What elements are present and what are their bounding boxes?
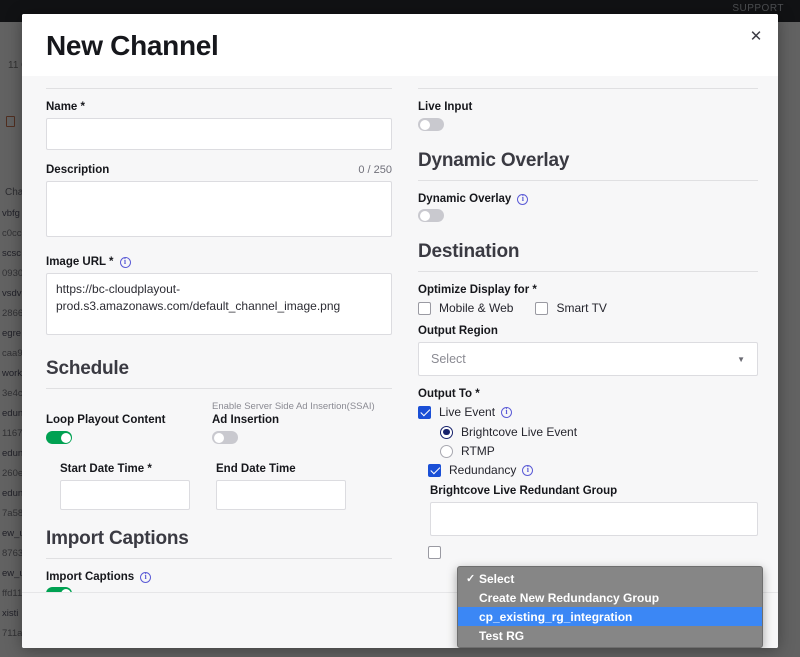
live-input-label: Live Input xyxy=(418,101,758,113)
description-field-group: Description 0 / 250 xyxy=(46,164,392,242)
checkbox-smart-tv[interactable]: Smart TV xyxy=(535,301,606,315)
checkbox-box[interactable] xyxy=(418,406,431,419)
end-date-time-label: End Date Time xyxy=(216,463,346,475)
radio-label: Brightcove Live Event xyxy=(461,425,577,439)
radio-circle[interactable] xyxy=(440,426,453,439)
right-column: Live Input Dynamic Overlay Dynamic Overl… xyxy=(414,76,778,592)
redundant-group-field: Brightcove Live Redundant Group xyxy=(430,485,758,536)
checkbox-label: Redundancy xyxy=(449,463,516,477)
description-counter: 0 / 250 xyxy=(358,164,392,176)
dropdown-option[interactable]: cp_existing_rg_integration xyxy=(458,607,762,626)
checkbox-live-event[interactable]: Live Event i xyxy=(418,405,758,419)
ad-insertion-hint: Enable Server Side Ad Insertion(SSAI) xyxy=(212,401,392,412)
date-fields-row: Start Date Time * End Date Time xyxy=(60,463,392,510)
description-input[interactable] xyxy=(46,181,392,237)
dynamic-overlay-toggle[interactable] xyxy=(418,209,444,222)
info-icon[interactable]: i xyxy=(501,407,512,418)
loop-playout-label: Loop Playout Content xyxy=(46,414,186,426)
dynamic-overlay-divider xyxy=(418,180,758,181)
schedule-toggles-row: . Loop Playout Content Enable Server Sid… xyxy=(46,401,392,449)
output-region-select[interactable]: Select ▼ xyxy=(418,342,758,376)
optimize-display-group: Optimize Display for * Mobile & Web Smar… xyxy=(418,284,758,315)
check-icon: ✓ xyxy=(466,572,479,585)
image-url-label: Image URL * xyxy=(46,256,114,268)
top-divider-left xyxy=(46,88,392,89)
checkbox-mobile-web[interactable]: Mobile & Web xyxy=(418,301,513,315)
modal-body: Name * Description 0 / 250 Image URL * i… xyxy=(22,76,778,592)
checkbox-label: Mobile & Web xyxy=(439,301,513,315)
info-icon[interactable]: i xyxy=(140,572,151,583)
ad-insertion-group: Enable Server Side Ad Insertion(SSAI) Ad… xyxy=(212,401,392,449)
left-column: Name * Description 0 / 250 Image URL * i… xyxy=(22,76,414,592)
chevron-down-icon: ▼ xyxy=(737,355,745,364)
dropdown-option[interactable]: Create New Redundancy Group xyxy=(458,588,762,607)
start-date-time-input[interactable] xyxy=(60,480,190,510)
import-captions-label: Import Captions xyxy=(46,571,134,583)
dropdown-option-label: cp_existing_rg_integration xyxy=(479,610,632,624)
radio-brightcove-live-event[interactable]: Brightcove Live Event xyxy=(440,425,758,439)
page-title: New Channel xyxy=(46,30,754,62)
info-icon[interactable]: i xyxy=(522,465,533,476)
schedule-divider xyxy=(46,388,392,389)
import-captions-heading: Import Captions xyxy=(46,528,392,550)
dropdown-option[interactable]: Test RG xyxy=(458,626,762,645)
close-icon[interactable]: ✕ xyxy=(742,22,770,50)
checkbox-box[interactable] xyxy=(535,302,548,315)
live-input-group: Live Input xyxy=(418,101,758,136)
checkbox-box[interactable] xyxy=(428,546,441,559)
checkbox-box[interactable] xyxy=(418,302,431,315)
end-date-time-input[interactable] xyxy=(216,480,346,510)
redundancy-group-dropdown[interactable]: ✓Select Create New Redundancy Group cp_exi… xyxy=(457,566,763,648)
top-divider-right xyxy=(418,88,758,89)
info-icon[interactable]: i xyxy=(517,194,528,205)
destination-divider xyxy=(418,271,758,272)
radio-label: RTMP xyxy=(461,444,495,458)
ad-insertion-label: Ad Insertion xyxy=(212,414,392,426)
modal-header: New Channel ✕ xyxy=(22,14,778,76)
radio-rtmp[interactable]: RTMP xyxy=(440,444,758,458)
output-region-value: Select xyxy=(431,352,466,366)
checkbox-label: Smart TV xyxy=(556,301,606,315)
redundant-group-select[interactable] xyxy=(430,502,758,536)
checkbox-redundancy[interactable]: Redundancy i xyxy=(428,463,758,477)
output-region-label: Output Region xyxy=(418,325,758,337)
start-date-time-label: Start Date Time * xyxy=(60,463,190,475)
output-to-group: Output To * Live Event i Brightcove Live… xyxy=(418,388,758,559)
loop-playout-toggle[interactable] xyxy=(46,431,72,444)
dropdown-option-label: Select xyxy=(479,572,514,586)
info-icon[interactable]: i xyxy=(120,257,131,268)
checkbox-label: Live Event xyxy=(439,405,495,419)
destination-heading: Destination xyxy=(418,241,758,263)
output-to-label: Output To * xyxy=(418,388,758,400)
dynamic-overlay-label: Dynamic Overlay xyxy=(418,193,511,205)
optimize-display-label: Optimize Display for * xyxy=(418,284,758,296)
dynamic-overlay-heading: Dynamic Overlay xyxy=(418,150,758,172)
dropdown-option[interactable]: ✓Select xyxy=(458,569,762,588)
new-channel-modal: New Channel ✕ Name * Description 0 / 250… xyxy=(22,14,778,648)
schedule-heading: Schedule xyxy=(46,358,392,380)
dynamic-overlay-group: Dynamic Overlay i xyxy=(418,193,758,227)
loop-playout-group: . Loop Playout Content xyxy=(46,401,186,449)
name-input[interactable] xyxy=(46,118,392,150)
ad-insertion-toggle[interactable] xyxy=(212,431,238,444)
dropdown-option-label: Test RG xyxy=(479,629,524,643)
start-date-group: Start Date Time * xyxy=(60,463,190,510)
redundant-group-label: Brightcove Live Redundant Group xyxy=(430,485,758,497)
image-url-field-group: Image URL * i https://bc-cloudplayout-pr… xyxy=(46,256,392,340)
dropdown-option-label: Create New Redundancy Group xyxy=(479,591,659,605)
description-label: Description xyxy=(46,164,109,176)
live-input-toggle[interactable] xyxy=(418,118,444,131)
radio-circle[interactable] xyxy=(440,445,453,458)
checkbox-box[interactable] xyxy=(428,464,441,477)
image-url-input[interactable]: https://bc-cloudplayout-prod.s3.amazonaw… xyxy=(46,273,392,335)
checkbox-hidden-option[interactable] xyxy=(428,546,758,559)
name-field-group: Name * xyxy=(46,101,392,150)
end-date-group: End Date Time xyxy=(216,463,346,510)
output-region-group: Output Region Select ▼ xyxy=(418,325,758,376)
import-captions-divider xyxy=(46,558,392,559)
name-label: Name * xyxy=(46,101,392,113)
